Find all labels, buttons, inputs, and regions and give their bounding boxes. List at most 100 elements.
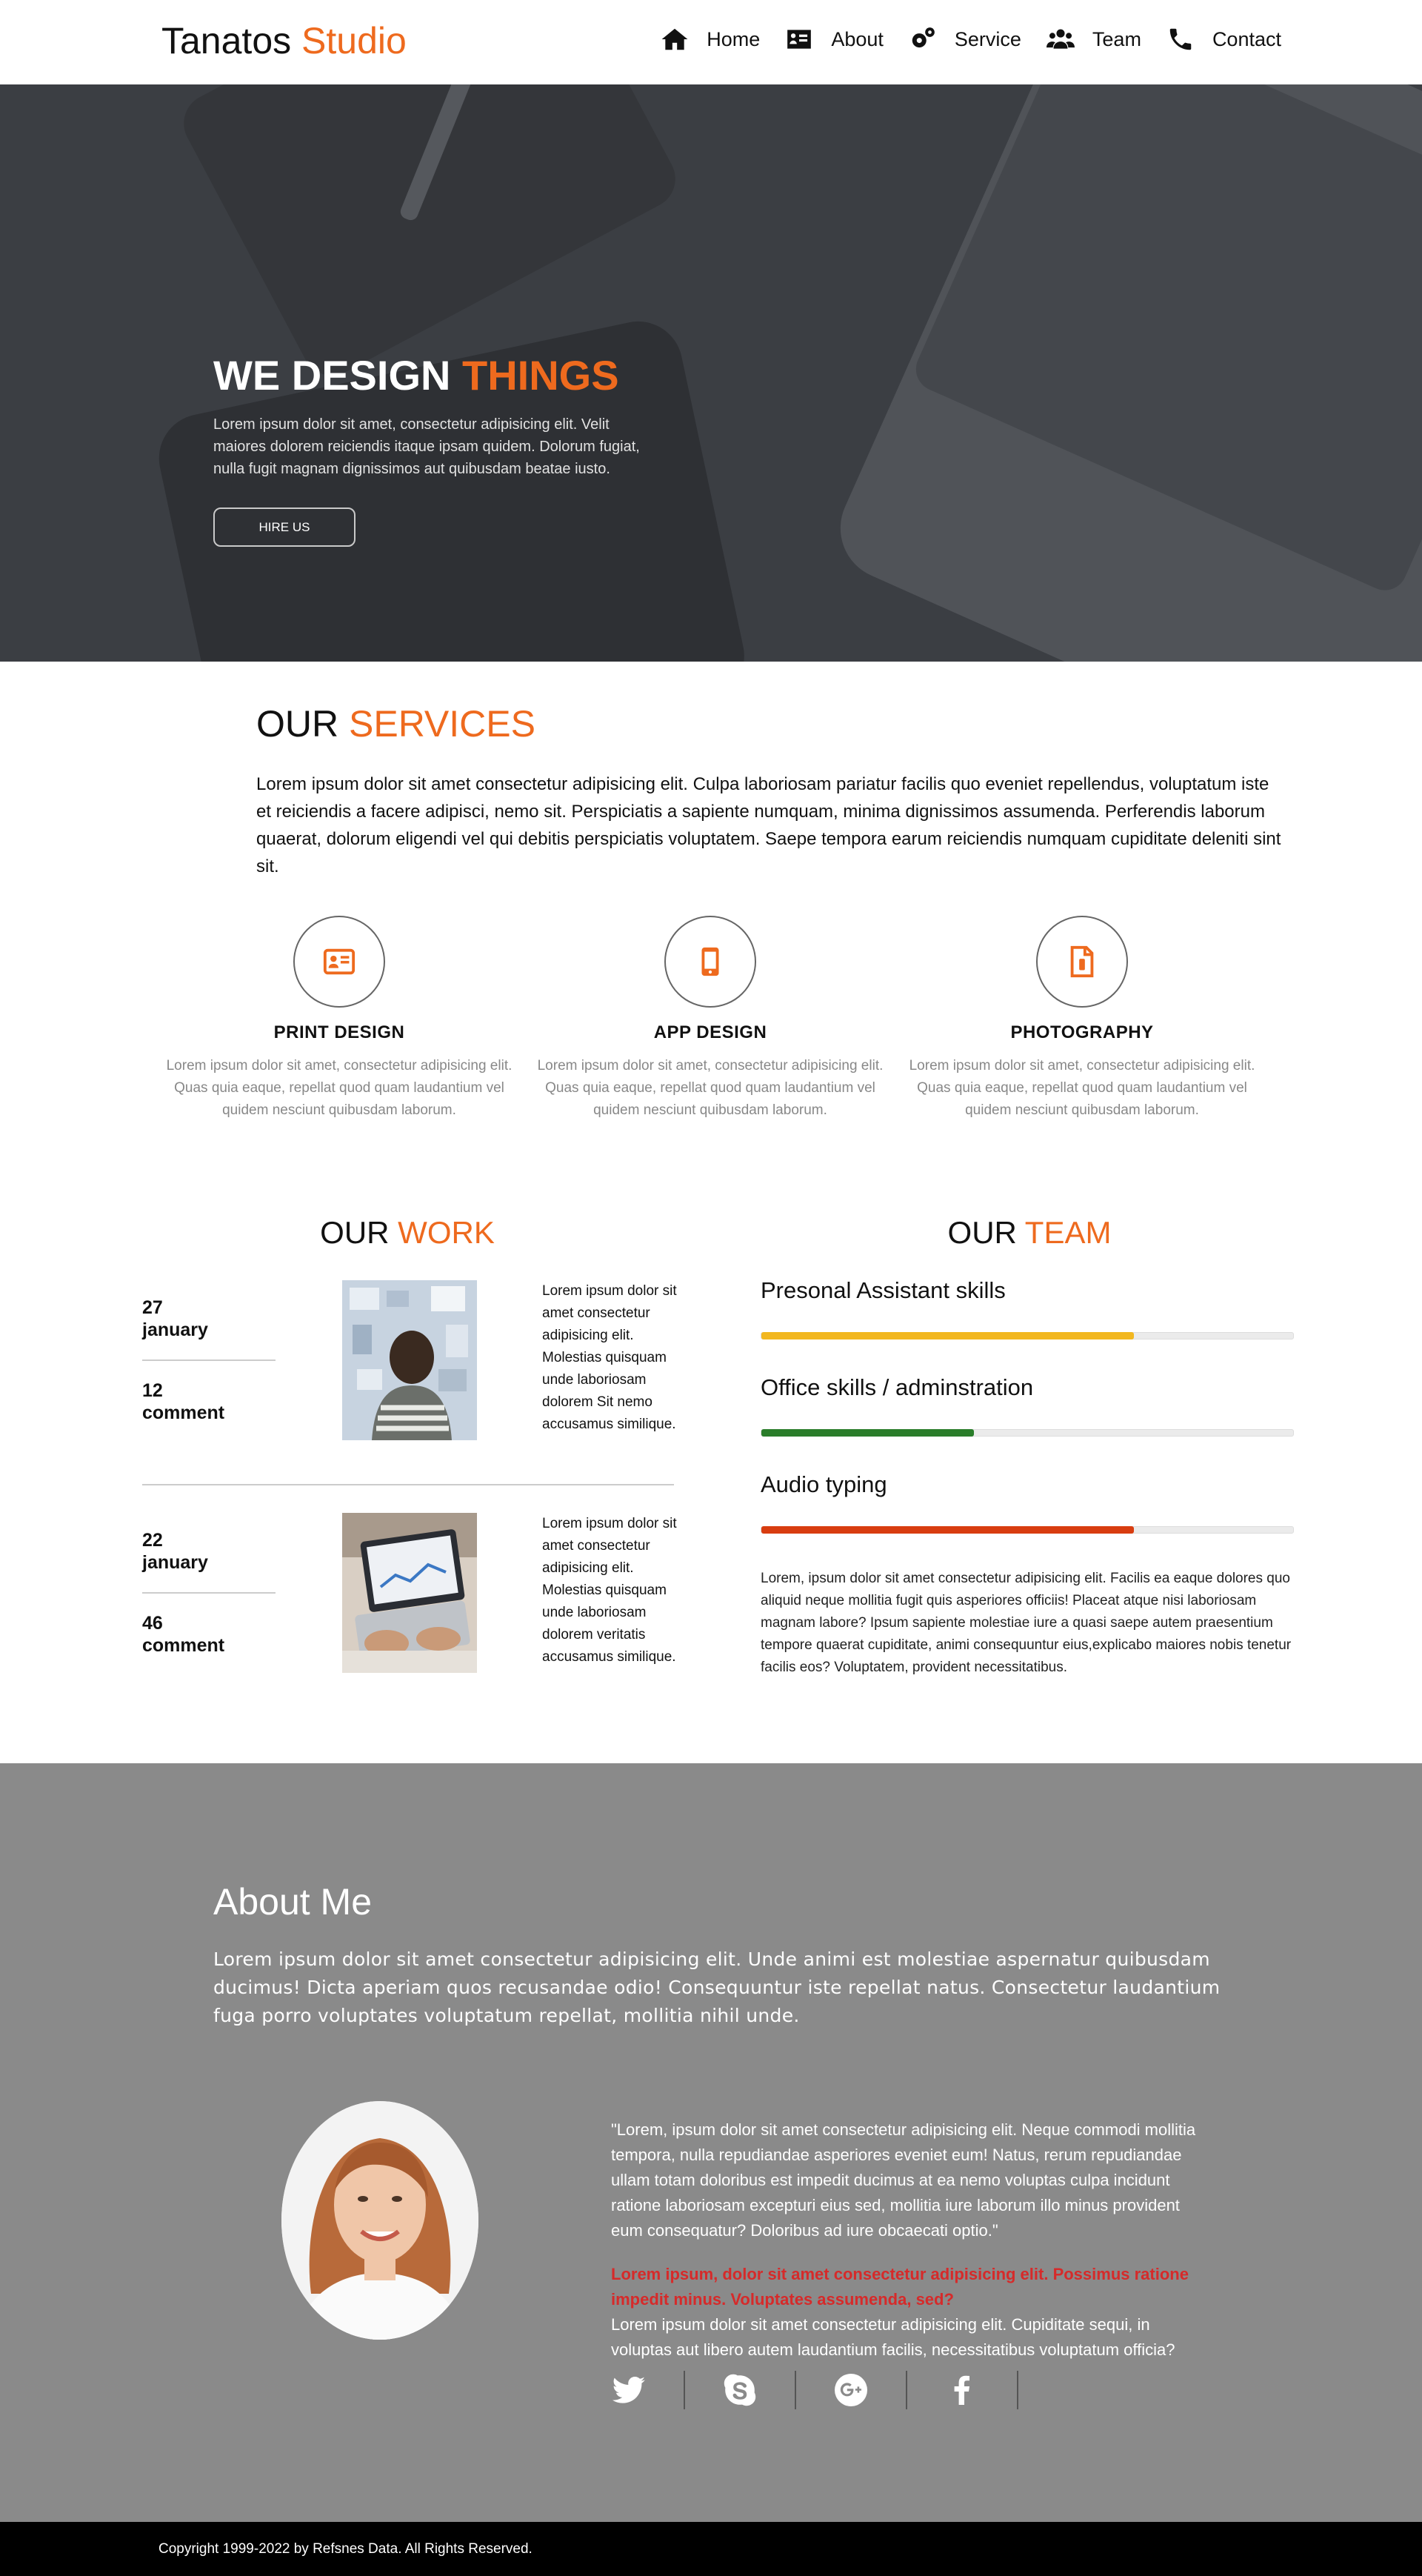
service-name: PRINT DESIGN bbox=[273, 1022, 405, 1042]
nav-item-team[interactable]: Team bbox=[1046, 25, 1141, 53]
service-description: Lorem ipsum dolor sit amet, consectetur … bbox=[909, 1058, 1255, 1118]
service-icon-circle bbox=[293, 916, 385, 1008]
nav-item-contact[interactable]: Contact bbox=[1166, 25, 1281, 53]
nav-menu: Home About Service Team Contact bbox=[635, 25, 1281, 53]
nav-item-home[interactable]: Home bbox=[661, 25, 760, 53]
service-card-photography: PHOTOGRAPHY Lorem ipsum dolor sit amet, … bbox=[893, 916, 1271, 1122]
work-day: 22 bbox=[142, 1530, 163, 1551]
nav-item-label: Home bbox=[707, 27, 761, 50]
service-name: PHOTOGRAPHY bbox=[1010, 1022, 1154, 1042]
skill-label: Presonal Assistant skills bbox=[761, 1277, 1006, 1303]
work-comments: 46 comment bbox=[142, 1612, 224, 1657]
google-plus-link[interactable] bbox=[833, 2372, 869, 2408]
skill-office: Office skills / adminstration bbox=[761, 1374, 1294, 1437]
footer-copyright: Copyright 1999-2022 by Refsnes Data. All… bbox=[158, 2541, 533, 2557]
google-plus-icon bbox=[835, 2374, 867, 2406]
work-month: january bbox=[142, 1319, 208, 1340]
skill-progress-fill bbox=[761, 1332, 1134, 1339]
work-month: january bbox=[142, 1552, 208, 1573]
twitter-link[interactable] bbox=[611, 2372, 647, 2408]
nav-item-label: Contact bbox=[1212, 27, 1281, 50]
users-icon bbox=[1046, 29, 1075, 49]
social-links bbox=[611, 2371, 1055, 2409]
work-date: 22 january bbox=[142, 1529, 208, 1574]
work-entry: 22 january 46 comment Lorem ipsum dolor … bbox=[142, 1513, 677, 1698]
nav-item-about[interactable]: About bbox=[785, 25, 884, 53]
twitter-icon bbox=[612, 2377, 645, 2403]
phone-icon bbox=[1169, 28, 1192, 50]
work-date-divider bbox=[142, 1359, 276, 1361]
work-date: 27 january bbox=[142, 1297, 208, 1341]
skill-assistant: Presonal Assistant skills bbox=[761, 1277, 1294, 1339]
skype-icon bbox=[724, 2374, 756, 2406]
home-icon bbox=[661, 28, 688, 50]
nav-item-label: Team bbox=[1092, 27, 1141, 50]
team-title-accent: TEAM bbox=[1024, 1215, 1112, 1250]
services-description: Lorem ipsum dolor sit amet consectetur a… bbox=[256, 774, 1281, 876]
work-comment-count: 46 bbox=[142, 1613, 163, 1634]
brand-logo[interactable]: Tanatos Studio bbox=[161, 19, 407, 62]
hero-title: WE DESIGN THINGS bbox=[213, 351, 619, 399]
hero-description: Lorem ipsum dolor sit amet, consectetur … bbox=[213, 416, 640, 477]
id-card-icon bbox=[323, 948, 356, 975]
hire-us-button[interactable]: HIRE US bbox=[213, 507, 356, 547]
service-card-print: PRINT DESIGN Lorem ipsum dolor sit amet,… bbox=[150, 916, 528, 1122]
nav-item-label: Service bbox=[954, 27, 1021, 50]
service-description: Lorem ipsum dolor sit amet, consectetur … bbox=[537, 1058, 884, 1118]
work-image-laptop[interactable] bbox=[342, 1513, 477, 1673]
nav-item-service[interactable]: Service bbox=[909, 25, 1021, 53]
services-title-main: OUR bbox=[256, 703, 339, 745]
facebook-link[interactable] bbox=[944, 2372, 980, 2408]
skill-progress-track bbox=[761, 1429, 1294, 1437]
work-description: Lorem ipsum dolor sit amet consectetur a… bbox=[542, 1516, 677, 1665]
skill-progress-track bbox=[761, 1332, 1294, 1339]
avatar bbox=[281, 2101, 478, 2340]
skill-label: Audio typing bbox=[761, 1471, 887, 1497]
about-description: Lorem ipsum dolor sit amet consectetur a… bbox=[213, 1948, 1221, 2026]
brand-name: Tanatos bbox=[161, 20, 292, 61]
work-comment-label: comment bbox=[142, 1635, 225, 1656]
work-comments: 12 comment bbox=[142, 1379, 224, 1424]
social-divider bbox=[795, 2371, 796, 2409]
service-icon-circle bbox=[1036, 916, 1128, 1008]
work-title-accent: WORK bbox=[398, 1215, 495, 1250]
nav-item-label: About bbox=[831, 27, 884, 50]
about-title: About Me bbox=[213, 1881, 373, 1923]
skill-progress-track bbox=[761, 1526, 1294, 1534]
work-separator bbox=[142, 1484, 674, 1485]
skill-label: Office skills / adminstration bbox=[761, 1374, 1034, 1400]
work-description: Lorem ipsum dolor sit amet consectetur a… bbox=[542, 1283, 677, 1432]
hero-banner: WE DESIGN THINGS Lorem ipsum dolor sit a… bbox=[0, 84, 1422, 662]
services-title-accent: SERVICES bbox=[349, 703, 535, 745]
work-entry: 27 january 12 comment Lorem ipsum dolor … bbox=[142, 1280, 677, 1465]
work-date-divider bbox=[142, 1592, 276, 1594]
work-comment-label: comment bbox=[142, 1402, 225, 1423]
skill-progress-fill bbox=[761, 1429, 975, 1437]
team-description: Lorem, ipsum dolor sit amet consectetur … bbox=[761, 1571, 1292, 1675]
work-day: 27 bbox=[142, 1297, 163, 1318]
facebook-icon bbox=[954, 2375, 969, 2405]
work-comment-count: 12 bbox=[142, 1380, 163, 1401]
service-icon-circle bbox=[664, 916, 756, 1008]
work-title: OUR WORK bbox=[0, 1215, 815, 1251]
team-title-main: OUR bbox=[947, 1215, 1017, 1250]
skill-audio-typing: Audio typing bbox=[761, 1471, 1294, 1534]
service-card-app: APP DESIGN Lorem ipsum dolor sit amet, c… bbox=[521, 916, 899, 1122]
about-section: About Me Lorem ipsum dolor sit amet cons… bbox=[0, 1763, 1422, 2522]
id-card-icon bbox=[787, 30, 812, 49]
social-divider bbox=[906, 2371, 907, 2409]
hero-title-accent: THINGS bbox=[462, 352, 619, 399]
social-divider bbox=[684, 2371, 685, 2409]
top-navbar: Tanatos Studio Home About Service Team C… bbox=[0, 0, 1422, 84]
skill-progress-fill bbox=[761, 1526, 1134, 1534]
about-quote-tail: Lorem ipsum dolor sit amet consectetur a… bbox=[611, 2315, 1175, 2359]
mobile-icon bbox=[701, 947, 719, 976]
service-name: APP DESIGN bbox=[653, 1022, 767, 1042]
about-quote-highlight: Lorem ipsum, dolor sit amet consectetur … bbox=[611, 2265, 1189, 2309]
work-image-office[interactable] bbox=[342, 1280, 477, 1440]
skype-link[interactable] bbox=[722, 2372, 758, 2408]
team-title: OUR TEAM bbox=[748, 1215, 1311, 1251]
footer: Copyright 1999-2022 by Refsnes Data. All… bbox=[0, 2522, 1422, 2576]
social-divider bbox=[1017, 2371, 1018, 2409]
services-title: OUR SERVICES bbox=[256, 702, 535, 745]
